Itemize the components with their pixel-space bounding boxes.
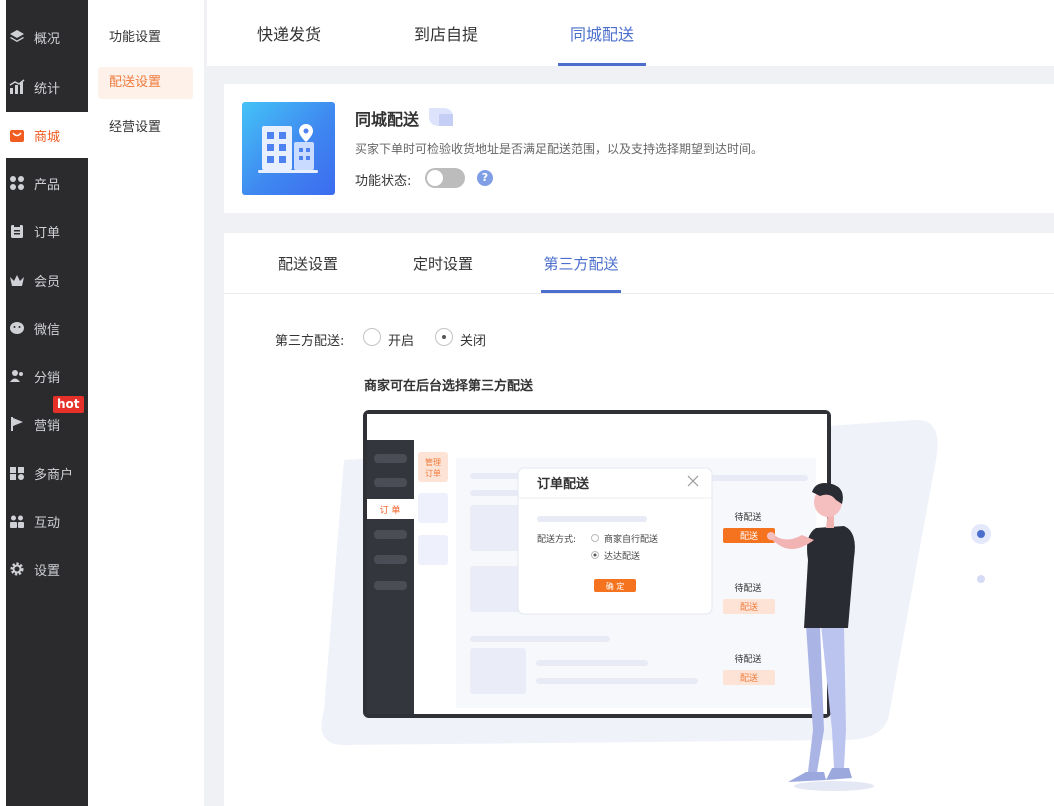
method-option-2: 达达配送: [604, 550, 640, 562]
delivery-method-label: 配送方式:: [537, 533, 576, 545]
nav-item-orders[interactable]: 订单: [6, 208, 88, 254]
shop-icon: [9, 465, 25, 481]
manage-label-1: 管理: [425, 457, 441, 467]
nav-item-marketing[interactable]: 营销: [6, 401, 88, 447]
radio-enable[interactable]: [363, 328, 381, 346]
chart-icon: [9, 79, 25, 95]
nav-label: 营销: [34, 418, 61, 434]
nav-item-members[interactable]: 会员: [6, 257, 88, 303]
people-icon: [9, 513, 25, 529]
nav-label: 设置: [34, 563, 61, 579]
tab-store-pickup[interactable]: 到店自提: [408, 0, 484, 66]
third-party-illustration: 订 单 管理 订单 订单配送 配送方式: 商家自行配送 达达配送 确 定 待配送…: [321, 410, 991, 791]
tab-same-city-delivery[interactable]: 同城配送: [558, 0, 646, 66]
tab-third-party-delivery[interactable]: 第三方配送: [541, 233, 621, 293]
feature-title: 同城配送: [355, 110, 420, 129]
city-delivery-icon: [242, 102, 335, 195]
action-2: 配送: [740, 601, 758, 613]
nav-label: 产品: [34, 177, 61, 193]
badge-icon: [429, 108, 453, 126]
nav-item-settings[interactable]: 设置: [6, 546, 88, 592]
clipboard-icon: [9, 223, 25, 239]
manage-label-2: 订单: [425, 468, 441, 478]
nav-item-multi-merchant[interactable]: 多商户: [6, 450, 88, 496]
status-1: 待配送: [734, 511, 761, 523]
order-side-label: 订 单: [380, 504, 401, 516]
nav-item-interaction[interactable]: 互动: [6, 498, 88, 544]
nav-label: 互动: [34, 515, 61, 531]
nav-label: 商城: [34, 129, 61, 145]
radio-enable-label[interactable]: 开启: [388, 330, 414, 349]
tab-delivery-settings[interactable]: 配送设置: [275, 233, 341, 293]
toggle-knob: [427, 170, 443, 186]
nav-item-mall[interactable]: 商城: [6, 112, 88, 158]
nav-label: 会员: [34, 274, 61, 290]
confirm-button-label: 确 定: [606, 581, 625, 591]
dialog-title: 订单配送: [537, 476, 590, 492]
nav-item-distribution[interactable]: 分销: [6, 353, 88, 399]
secondary-menu: 功能设置 配送设置 经营设置: [88, 0, 204, 806]
action-3: 配送: [740, 672, 758, 684]
method-option-1: 商家自行配送: [604, 533, 658, 545]
nav-item-statistics[interactable]: 统计: [6, 64, 88, 110]
wechat-icon: [9, 320, 25, 336]
submenu-business-settings[interactable]: 经营设置: [98, 112, 193, 144]
nav-label: 统计: [34, 81, 61, 97]
tabs-divider: [224, 293, 1054, 294]
nav-label: 多商户: [34, 467, 74, 483]
nav-item-products[interactable]: 产品: [6, 160, 88, 206]
nav-label: 概况: [34, 31, 61, 47]
top-tabs: 快递发货 到店自提 同城配送: [207, 0, 1054, 66]
nav-label: 订单: [34, 225, 61, 241]
help-icon[interactable]: ?: [477, 170, 493, 186]
nav-label: 分销: [34, 370, 61, 386]
main-sidebar: 概况 统计 商城 产品 订单 会员 微信 分销 hot 营销 多商户 互动 设置: [0, 0, 88, 806]
grid-icon: [9, 175, 25, 191]
flag-icon: [9, 416, 25, 432]
submenu-function-settings[interactable]: 功能设置: [98, 22, 193, 54]
tab-schedule-settings[interactable]: 定时设置: [410, 233, 476, 293]
crown-icon: [9, 272, 25, 288]
nav-item-overview[interactable]: 概况: [6, 14, 88, 60]
layers-icon: [9, 29, 25, 45]
nav-item-wechat[interactable]: 微信: [6, 305, 88, 351]
radio-disable[interactable]: [435, 328, 453, 346]
action-1: 配送: [740, 530, 758, 542]
feature-card: 同城配送 买家下单时可检验收货地址是否满足配送范围，以及支持选择期望到达时间。 …: [224, 84, 1054, 213]
third-party-label: 第三方配送:: [275, 334, 345, 349]
users-icon: [9, 368, 25, 384]
nav-label: 微信: [34, 322, 61, 338]
function-status-toggle[interactable]: [425, 168, 465, 188]
radio-disable-label[interactable]: 关闭: [460, 330, 486, 349]
feature-description: 买家下单时可检验收货地址是否满足配送范围，以及支持选择期望到达时间。: [355, 142, 764, 156]
submenu-delivery-settings[interactable]: 配送设置: [98, 67, 193, 99]
function-status-label: 功能状态:: [355, 174, 412, 189]
store-icon: [9, 127, 25, 143]
status-3: 待配送: [734, 653, 761, 665]
tab-express-shipping[interactable]: 快递发货: [251, 0, 327, 66]
gear-icon: [9, 561, 25, 577]
status-2: 待配送: [734, 582, 761, 594]
illustration-title: 商家可在后台选择第三方配送: [364, 379, 534, 394]
